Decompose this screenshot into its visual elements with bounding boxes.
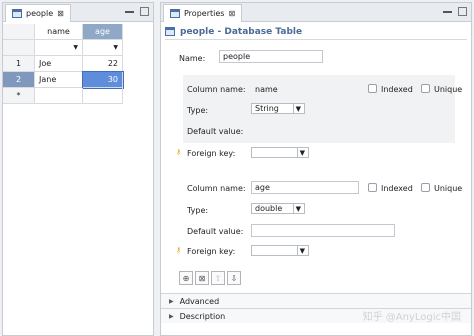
chevron-down-icon[interactable]: ▼ bbox=[35, 40, 83, 56]
properties-tabbar: Properties ⊠ bbox=[161, 3, 471, 22]
column-toolbar: ⊕ ⊠ ⇧ ⇩ bbox=[179, 271, 241, 285]
column-name-field[interactable]: age bbox=[251, 181, 359, 194]
chevron-down-icon: ▼ bbox=[296, 246, 305, 255]
cell-name[interactable] bbox=[35, 88, 83, 104]
chevron-right-icon: ▶ bbox=[169, 297, 174, 305]
grid-filter-row: ▼ ▼ bbox=[3, 40, 153, 56]
table-row[interactable]: 2 Jane 30 bbox=[3, 71, 153, 89]
data-grid: name age ▼ ▼ 1 Joe 22 2 Jane 30 * bbox=[3, 24, 153, 104]
foreign-key-label: Foreign key: bbox=[187, 149, 236, 158]
chevron-down-icon: ▼ bbox=[292, 204, 301, 213]
type-select-value: double bbox=[255, 204, 283, 213]
corner-cell bbox=[3, 24, 35, 40]
column-name-value[interactable]: name bbox=[255, 85, 278, 94]
cell-name[interactable]: Jane bbox=[35, 72, 83, 88]
tab-properties-label: Properties bbox=[184, 9, 225, 18]
chevron-down-icon: ▼ bbox=[292, 104, 301, 113]
chevron-down-icon[interactable]: ▼ bbox=[83, 40, 123, 56]
indexed-checkbox[interactable] bbox=[368, 84, 377, 93]
default-value-label: Default value: bbox=[187, 127, 244, 136]
name-label: Name: bbox=[179, 54, 206, 63]
close-icon[interactable]: ⊠ bbox=[57, 9, 64, 18]
unique-label: Unique bbox=[434, 184, 463, 193]
type-select[interactable]: String ▼ bbox=[251, 103, 305, 114]
unique-checkbox[interactable] bbox=[421, 84, 430, 93]
editor-tabbar: people ⊠ bbox=[3, 3, 153, 22]
section-advanced-label: Advanced bbox=[179, 296, 220, 306]
table-editor-pane: people ⊠ name age ▼ ▼ 1 Joe 22 2 Jane 30 bbox=[2, 2, 154, 336]
tab-properties[interactable]: Properties ⊠ bbox=[163, 4, 243, 22]
type-label: Type: bbox=[187, 106, 209, 115]
properties-title-text: people - Database Table bbox=[180, 26, 303, 37]
table-row[interactable]: 1 Joe 22 bbox=[3, 56, 153, 72]
delete-column-icon[interactable]: ⊠ bbox=[195, 271, 209, 285]
section-advanced[interactable]: ▶ Advanced bbox=[161, 293, 471, 308]
table-row-new[interactable]: * bbox=[3, 88, 153, 104]
key-icon: ⚷ bbox=[176, 148, 182, 156]
indexed-label: Indexed bbox=[381, 184, 413, 193]
name-field[interactable]: people bbox=[219, 50, 323, 63]
foreign-key-select[interactable]: ▼ bbox=[251, 245, 309, 256]
tab-people[interactable]: people ⊠ bbox=[5, 4, 71, 22]
column-header-name[interactable]: name bbox=[35, 24, 83, 40]
add-column-icon[interactable]: ⊕ bbox=[179, 271, 193, 285]
grid-header-row: name age bbox=[3, 24, 153, 40]
new-row-marker: * bbox=[3, 88, 35, 104]
row-number: 1 bbox=[3, 56, 35, 72]
tab-people-label: people bbox=[26, 9, 54, 18]
close-icon[interactable]: ⊠ bbox=[228, 9, 235, 18]
properties-icon bbox=[170, 9, 180, 18]
key-icon: ⚷ bbox=[176, 246, 182, 254]
table-icon bbox=[12, 9, 22, 18]
cell-name[interactable]: Joe bbox=[35, 56, 83, 72]
cell-age-selected[interactable]: 30 bbox=[82, 71, 124, 89]
column-name-label: Column name: bbox=[187, 85, 246, 94]
watermark-text: 知乎 @AnyLogic中国 bbox=[362, 312, 461, 323]
move-down-icon[interactable]: ⇩ bbox=[227, 271, 241, 285]
properties-pane: Properties ⊠ people - Database Table Nam… bbox=[160, 2, 472, 336]
column-header-age[interactable]: age bbox=[83, 24, 123, 40]
type-label: Type: bbox=[187, 206, 209, 215]
unique-checkbox[interactable] bbox=[421, 183, 430, 192]
section-description-label: Description bbox=[179, 311, 226, 321]
foreign-key-label: Foreign key: bbox=[187, 247, 236, 256]
properties-title: people - Database Table bbox=[165, 24, 467, 40]
indexed-checkbox[interactable] bbox=[368, 183, 377, 192]
row-number: 2 bbox=[3, 72, 35, 88]
default-value-field[interactable] bbox=[251, 224, 395, 237]
chevron-right-icon: ▶ bbox=[169, 312, 174, 320]
type-select-value: String bbox=[255, 104, 279, 113]
minimize-icon[interactable] bbox=[443, 7, 452, 13]
column-name-label: Column name: bbox=[187, 184, 246, 193]
unique-label: Unique bbox=[434, 85, 463, 94]
table-icon bbox=[165, 27, 175, 36]
maximize-icon[interactable] bbox=[140, 7, 149, 16]
minimize-icon[interactable] bbox=[125, 7, 134, 13]
cell-age[interactable]: 22 bbox=[83, 56, 123, 72]
type-select[interactable]: double ▼ bbox=[251, 203, 305, 214]
cell-age[interactable] bbox=[83, 88, 123, 104]
default-value-label: Default value: bbox=[187, 227, 244, 236]
chevron-down-icon: ▼ bbox=[296, 148, 305, 157]
indexed-label: Indexed bbox=[381, 85, 413, 94]
foreign-key-select[interactable]: ▼ bbox=[251, 147, 309, 158]
maximize-icon[interactable] bbox=[458, 7, 467, 16]
move-up-icon[interactable]: ⇧ bbox=[211, 271, 225, 285]
